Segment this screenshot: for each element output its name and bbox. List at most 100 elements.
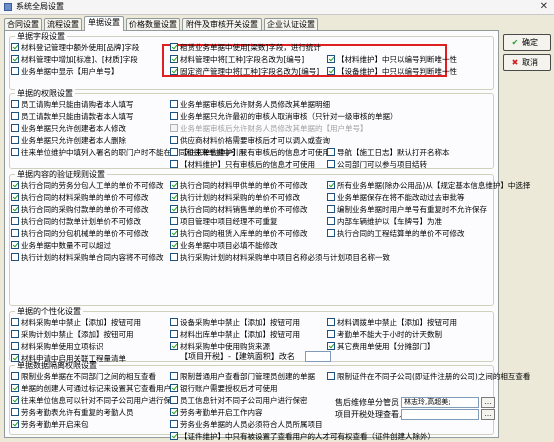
option-checkbox[interactable]: 材料采购单中使用购货来源 xyxy=(170,341,270,352)
area-rename-input[interactable] xyxy=(305,351,331,362)
tab-process[interactable]: 流程设置 xyxy=(44,18,82,30)
project-handler-input[interactable] xyxy=(401,409,479,420)
option-checkbox[interactable]: 【证件维护】中只有被设置了查看用户的人才可有权查看（证件创建人除外） xyxy=(170,431,435,442)
option-checkbox[interactable]: 银行账户需要授权后才可使用 xyxy=(170,383,278,394)
option-checkbox[interactable]: 供应商材料价格需要审核后才可以调入或查询 xyxy=(170,135,330,146)
checked-box-icon xyxy=(170,241,178,249)
option-checkbox[interactable]: 考勤单不能大于小时的计天数制 xyxy=(327,329,442,340)
option-checkbox[interactable]: 【设备维护】中只以编号判断唯一性 xyxy=(327,66,457,77)
option-checkbox[interactable]: 材料申请中启用关联工程量清单 xyxy=(11,353,126,364)
option-checkbox[interactable]: 执行合同的材料采购单的单价不可修改 xyxy=(11,192,149,203)
check-icon: ✔ xyxy=(511,38,519,47)
option-checkbox[interactable]: 业务单据中数量不可以超过 xyxy=(11,240,111,251)
option-checkbox[interactable]: 项目管理中项目经理不可重复 xyxy=(170,216,278,227)
unchecked-box-icon xyxy=(11,112,19,120)
option-checkbox[interactable]: 执行合同的付款单计划单价不可修改 xyxy=(11,216,141,227)
checked-box-icon xyxy=(170,408,178,416)
unchecked-box-icon xyxy=(170,318,178,326)
option-checkbox[interactable]: 单据的创建人可通过标记来设置其它查看用户 xyxy=(11,383,171,394)
cross-icon: ✖ xyxy=(511,58,519,67)
option-checkbox[interactable]: 其它费用单使用【分摊部门】 xyxy=(327,341,435,352)
option-checkbox[interactable]: 劳务考勤单开启来包 xyxy=(11,419,89,430)
confirm-button[interactable]: ✔ 确定 xyxy=(503,34,551,51)
tab-price-quantity[interactable]: 价格数量设置 xyxy=(126,18,180,30)
unchecked-box-icon xyxy=(170,253,178,261)
checked-box-icon xyxy=(170,229,178,237)
option-checkbox[interactable]: 业务单据中显示【用户单号】 xyxy=(11,66,119,77)
cancel-button[interactable]: ✖ 取消 xyxy=(503,54,551,71)
option-checkbox[interactable]: 执行合同的租赁入库单的单价不可修改 xyxy=(170,228,308,239)
unchecked-box-icon xyxy=(11,136,19,144)
option-checkbox[interactable]: 限制普通用户查看部门管理员创建的单据 xyxy=(170,371,315,382)
option-checkbox[interactable]: 业务单据中项目必填不能修改 xyxy=(170,240,278,251)
option-checkbox[interactable]: 限制业务单据在不同部门之间的相互查看 xyxy=(11,371,156,382)
option-label: 员工信息针对不同子公司用户进行保密 xyxy=(180,396,308,405)
option-checkbox[interactable]: 所有业务单据(除办公用品)从【规定基本信息维护】中选择 xyxy=(327,180,530,191)
option-checkbox[interactable]: 材料调拨单中禁止【添加】按钮可用 xyxy=(327,317,457,328)
option-checkbox[interactable]: 业务单据只允许最初的审核人取消审核（只针对一级审核的单据） xyxy=(170,111,398,122)
checked-box-icon xyxy=(11,205,19,213)
tab-attachments-review[interactable]: 附件及审核开关设置 xyxy=(182,18,262,30)
option-checkbox[interactable]: 材料出库单中禁止【添加】按钮可用 xyxy=(170,329,300,340)
unchecked-box-icon xyxy=(11,100,19,108)
option-checkbox[interactable]: 执行合同的采购付款单的单价不可修改 xyxy=(11,204,149,215)
unchecked-box-icon xyxy=(11,217,19,225)
option-checkbox[interactable]: 业务单据保存在将不能改动过去审批等 xyxy=(327,192,465,203)
tab-contract[interactable]: 合同设置 xyxy=(4,18,42,30)
option-checkbox[interactable]: 执行合同的分包机械单的单价不可修改 xyxy=(11,228,149,239)
option-checkbox[interactable]: 公司部门可以参与项目结转 xyxy=(327,159,427,170)
option-label: 执行合同的租赁入库单的单价不可修改 xyxy=(180,229,308,238)
option-checkbox[interactable]: 导航【施工日志】默认打开名称本 xyxy=(327,147,450,158)
option-checkbox[interactable]: 租赁业务单据中使用[梁数]字段，进行统计 xyxy=(170,42,321,53)
option-checkbox[interactable]: 执行计划的材料采购单合同内容将不可修改 xyxy=(11,252,164,263)
app-icon xyxy=(4,3,12,11)
option-checkbox[interactable]: 固定资产管理中将[工种]字段名改为[编号] xyxy=(170,66,319,77)
option-label: 执行合同的工程结算单的单价不可修改 xyxy=(337,229,465,238)
approver-input[interactable]: 林志玲,高超美; xyxy=(401,397,479,408)
checked-box-icon xyxy=(11,241,19,249)
tab-documents[interactable]: 单据设置 xyxy=(84,16,124,31)
approver-picker-button[interactable]: … xyxy=(481,397,495,408)
option-label: 执行计划的材料采购的单价不可修改 xyxy=(180,193,300,202)
option-checkbox[interactable]: 编制业务单据时用户单号有重复时不允许保存 xyxy=(327,204,487,215)
option-checkbox[interactable]: 【材料维护】只有审核后的信息才可使用 xyxy=(170,159,315,170)
option-checkbox[interactable]: 业务单据审核后允许财务人员修改其单据明细 xyxy=(170,99,330,110)
option-checkbox[interactable]: 业务单据只允许创建者本人删除 xyxy=(11,135,126,146)
checked-box-icon xyxy=(170,193,178,201)
option-checkbox[interactable]: 员工请购单只能由请购者本人填写 xyxy=(11,99,134,110)
option-checkbox[interactable]: 执行合同的劳务分包人工单的单价不可修改 xyxy=(11,180,164,191)
option-checkbox[interactable]: 劳务考勤单开启工作内容 xyxy=(170,407,263,418)
option-checkbox[interactable]: 设备采购单中禁止【添加】按钮可用 xyxy=(170,317,300,328)
checked-box-icon xyxy=(170,205,178,213)
option-label: 编制业务单据时用户单号有重复时不允许保存 xyxy=(337,205,487,214)
option-label: 执行采购计划的材料采购单中项目名称必须与计划项目名称一致 xyxy=(180,253,390,262)
option-checkbox[interactable]: 执行合同的材料销售单的单价不可修改 xyxy=(170,204,308,215)
option-label: 执行合同的采购付款单的单价不可修改 xyxy=(21,205,149,214)
option-checkbox[interactable]: 材料管理中增加[标准]、[材质]字段 xyxy=(11,54,138,65)
option-checkbox[interactable]: 往来单位信息可以针对不同子公司用户进行保密 xyxy=(11,395,179,406)
option-checkbox[interactable]: 执行合同的工程结算单的单价不可修改 xyxy=(327,228,465,239)
checked-box-icon xyxy=(170,384,178,392)
option-checkbox[interactable]: 劳务业务单据的人员必须符合人员所属项目 xyxy=(170,419,323,430)
option-checkbox[interactable]: 限制证件在不同子公司(即证件注册的公司)之间的相互查看 xyxy=(327,371,530,382)
close-icon[interactable]: ✕ xyxy=(540,0,548,13)
checked-box-icon xyxy=(11,193,19,201)
option-checkbox[interactable]: 材料登记管理中额外使用[品牌]字段 xyxy=(11,42,139,53)
option-label: 业务单据只允许创建者本人删除 xyxy=(21,136,126,145)
option-checkbox[interactable]: 执行合同的材料甲供单的单价不可修改 xyxy=(170,180,308,191)
project-handler-picker-button[interactable]: … xyxy=(481,409,495,420)
option-checkbox[interactable]: 材料采购单中禁止【添加】按钮可用 xyxy=(11,317,141,328)
option-checkbox[interactable]: 员工请款单只能由请款者本人填写 xyxy=(11,111,134,122)
option-checkbox[interactable]: 业务单据只允许创建者本人修改 xyxy=(11,123,126,134)
option-checkbox[interactable]: 员工信息针对不同子公司用户进行保密 xyxy=(170,395,308,406)
option-checkbox[interactable]: 【往来单位维护】只有审核后的信息才可使用 xyxy=(170,147,330,158)
option-checkbox[interactable]: 劳务考勤表允许有重复的考勤人员 xyxy=(11,407,134,418)
tab-enterprise-auth[interactable]: 企业认证设置 xyxy=(264,18,318,30)
option-checkbox[interactable]: 材料采购单使用立项标识 xyxy=(11,341,104,352)
option-checkbox[interactable]: 【材料维护】中只以编号判断唯一性 xyxy=(327,54,457,65)
option-checkbox[interactable]: 材料管理中将[工种]字段名改为[编号] xyxy=(170,54,304,65)
option-checkbox[interactable]: 内部车辆维护以【车牌号】为准 xyxy=(327,216,442,227)
option-checkbox[interactable]: 采购计划中禁止【添加】按钮可用 xyxy=(11,329,134,340)
option-checkbox[interactable]: 执行采购计划的材料采购单中项目名称必须与计划项目名称一致 xyxy=(170,252,390,263)
option-checkbox[interactable]: 执行计划的材料采购的单价不可修改 xyxy=(170,192,300,203)
